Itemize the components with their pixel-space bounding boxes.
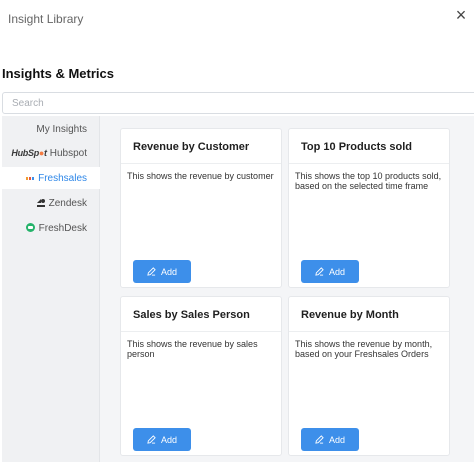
add-button-label: Add xyxy=(328,434,345,445)
card-divider xyxy=(289,163,449,164)
add-button-label: Add xyxy=(160,266,177,277)
add-button[interactable]: Add xyxy=(301,428,359,451)
sidebar-item-label: Zendesk xyxy=(48,197,87,209)
pencil-icon xyxy=(315,435,324,444)
search-input[interactable] xyxy=(2,92,474,114)
window-title: Insight Library xyxy=(8,12,84,26)
sidebar-item-label: My Insights xyxy=(36,123,87,135)
card-divider xyxy=(121,331,281,332)
add-button[interactable]: Add xyxy=(133,428,191,451)
insight-card: Revenue by Customer This shows the reven… xyxy=(120,128,282,288)
zendesk-logo-icon xyxy=(36,198,46,208)
sidebar-item-freshdesk[interactable]: FreshDesk xyxy=(2,217,100,239)
card-title: Revenue by Customer xyxy=(133,141,250,153)
pencil-icon xyxy=(315,267,324,276)
freshdesk-logo-icon xyxy=(25,223,36,233)
close-button[interactable]: × xyxy=(452,6,470,24)
add-button-label: Add xyxy=(328,266,345,277)
sidebar-item-label: Hubspot xyxy=(49,147,87,159)
sidebar-item-label: Freshsales xyxy=(38,172,87,184)
hubspot-logo-icon: HubSp ● t xyxy=(11,148,47,158)
sidebar: My Insights HubSp ● t Hubspot Freshsales Z… xyxy=(2,116,100,462)
card-description: This shows the revenue by sales person xyxy=(127,339,258,359)
insight-card: Sales by Sales Person This shows the rev… xyxy=(120,296,282,456)
add-button[interactable]: Add xyxy=(301,260,359,283)
card-description: This shows the top 10 products sold, bas… xyxy=(295,171,442,191)
insight-card: Revenue by Month This shows the revenue … xyxy=(288,296,450,456)
sidebar-item-zendesk[interactable]: Zendesk xyxy=(2,192,100,214)
sidebar-item-hubspot[interactable]: HubSp ● t Hubspot xyxy=(2,142,100,164)
card-title: Sales by Sales Person xyxy=(133,309,250,321)
card-title: Revenue by Month xyxy=(301,309,399,321)
pencil-icon xyxy=(147,435,156,444)
sidebar-item-freshsales[interactable]: Freshsales xyxy=(2,167,100,189)
add-button-label: Add xyxy=(160,434,177,445)
sidebar-item-label: FreshDesk xyxy=(38,222,87,234)
page-title: Insights & Metrics xyxy=(2,66,114,81)
card-divider xyxy=(121,163,281,164)
pencil-icon xyxy=(147,267,156,276)
sidebar-item-my-insights[interactable]: My Insights xyxy=(2,118,100,140)
insight-card: Top 10 Products sold This shows the top … xyxy=(288,128,450,288)
card-description: This shows the revenue by month, based o… xyxy=(295,339,433,359)
card-title: Top 10 Products sold xyxy=(301,141,413,153)
add-button[interactable]: Add xyxy=(133,260,191,283)
card-divider xyxy=(289,331,449,332)
card-description: This shows the revenue by customer xyxy=(127,171,274,181)
insights-grid: Revenue by Customer This shows the reven… xyxy=(100,116,474,462)
freshsales-logo-icon xyxy=(26,176,35,181)
